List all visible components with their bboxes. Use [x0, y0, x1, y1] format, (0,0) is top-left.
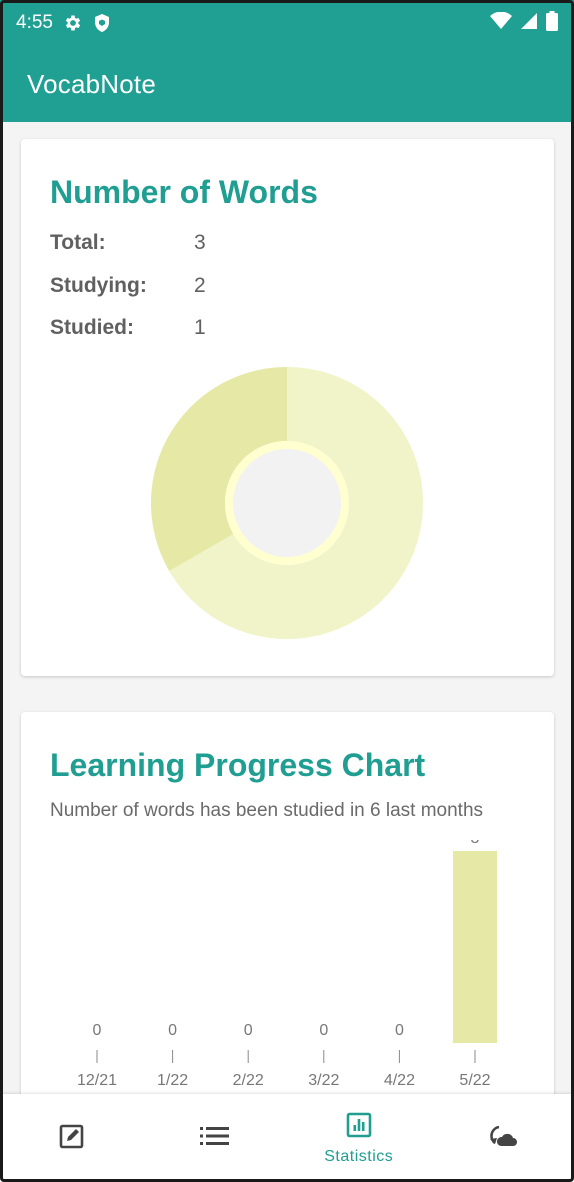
stat-label: Total: [50, 231, 106, 254]
bar-data-label: 0 [93, 1022, 102, 1039]
stat-value: 2 [194, 274, 206, 297]
words-card-title: Number of Words [50, 174, 318, 210]
nav-item-edit[interactable] [0, 1094, 144, 1182]
statistics-icon [345, 1111, 373, 1144]
statistics-content[interactable]: Number of Words Total: 3 Studying: 2 Stu… [0, 122, 574, 1094]
progress-card-title: Learning Progress Chart [50, 747, 426, 783]
nav-label-statistics: Statistics [324, 1147, 394, 1165]
cell-signal-icon [520, 12, 538, 35]
bar-data-label: 0 [319, 1022, 328, 1039]
bar-data-label: 3 [471, 840, 480, 847]
x-tick-label: 3/22 [308, 1072, 339, 1089]
x-tick-label: 1/22 [157, 1072, 188, 1089]
cloud-sync-icon [486, 1122, 518, 1155]
progress-card-subtitle: Number of words has been studied in 6 la… [50, 800, 484, 821]
nav-item-sync[interactable] [431, 1094, 574, 1182]
stat-row-studying: Studying: 2 [50, 274, 206, 298]
status-bar: 4:55 [0, 0, 574, 46]
list-icon [200, 1124, 230, 1153]
x-tick-label: 12/21 [77, 1072, 117, 1089]
wifi-icon [490, 11, 512, 35]
edit-note-icon [58, 1122, 86, 1155]
gear-icon [63, 13, 83, 33]
stat-label: Studying: [50, 274, 147, 297]
stat-row-total: Total: 3 [50, 231, 206, 255]
shield-icon [93, 13, 111, 33]
x-tick-label: 4/22 [384, 1072, 415, 1089]
stat-label: Studied: [50, 316, 134, 339]
x-tick-label: 5/22 [459, 1072, 490, 1089]
app-bar: VocabNote [0, 46, 574, 122]
battery-icon [546, 10, 558, 36]
donut-hole [233, 449, 341, 557]
number-of-words-card: Number of Words Total: 3 Studying: 2 Stu… [21, 139, 554, 676]
x-tick-label: 2/22 [233, 1072, 264, 1089]
learning-progress-card: Learning Progress Chart Number of words … [21, 712, 554, 1094]
bar-data-label: 0 [395, 1022, 404, 1039]
words-donut-chart [151, 367, 423, 639]
bottom-navigation: Statistics [0, 1094, 574, 1182]
bar-data-label: 0 [244, 1022, 253, 1039]
nav-item-statistics[interactable]: Statistics [287, 1094, 431, 1182]
stat-row-studied: Studied: 1 [50, 316, 206, 340]
status-time: 4:55 [16, 12, 53, 33]
stat-value: 1 [194, 316, 206, 339]
bar-data-label: 0 [168, 1022, 177, 1039]
bar [453, 851, 497, 1043]
stat-value: 3 [194, 231, 206, 254]
nav-item-list[interactable] [144, 1094, 288, 1182]
progress-bar-chart: 0 12/21 0 1/22 0 2/22 0 3/22 0 4/22 3 5/22 [77, 840, 497, 1089]
app-title: VocabNote [27, 68, 157, 99]
